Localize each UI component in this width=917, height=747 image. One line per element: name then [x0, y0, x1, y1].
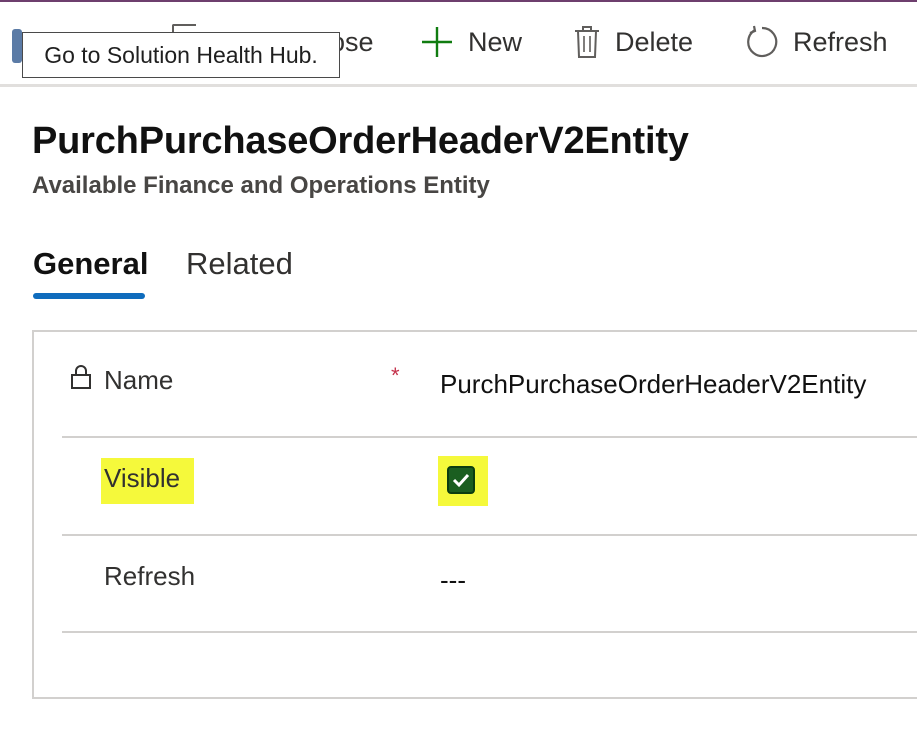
selected-tab-indicator [33, 293, 145, 299]
page-subtitle: Available Finance and Operations Entity [32, 172, 490, 199]
page-title: PurchPurchaseOrderHeaderV2Entity [32, 120, 689, 162]
health-hub-icon [12, 29, 22, 63]
new-label: New [468, 26, 523, 57]
refresh-field-label: Refresh [104, 561, 196, 591]
visible-field-label: Visible [104, 463, 181, 493]
lock-icon [70, 364, 92, 395]
tab-related[interactable]: Related [186, 246, 293, 282]
command-bar-divider [0, 84, 917, 87]
visible-checkbox[interactable] [447, 466, 475, 494]
checkmark-icon [452, 473, 470, 488]
tab-general[interactable]: General [33, 246, 148, 282]
row-divider [62, 436, 917, 438]
solution-health-hub-tooltip: Go to Solution Health Hub. [22, 32, 340, 78]
delete-icon [573, 25, 601, 59]
new-button[interactable]: New [420, 18, 522, 66]
row-divider [62, 534, 917, 536]
name-field-label: Name [104, 365, 174, 395]
delete-label: Delete [615, 26, 694, 57]
refresh-button[interactable]: Refresh [745, 18, 888, 66]
add-icon [420, 25, 454, 59]
required-indicator: * [391, 363, 400, 388]
row-divider [62, 631, 917, 633]
delete-button[interactable]: Delete [573, 18, 693, 66]
refresh-icon [745, 25, 779, 59]
refresh-label: Refresh [793, 26, 888, 57]
name-field-value: PurchPurchaseOrderHeaderV2Entity [440, 369, 867, 399]
refresh-field-value: --- [440, 565, 466, 595]
